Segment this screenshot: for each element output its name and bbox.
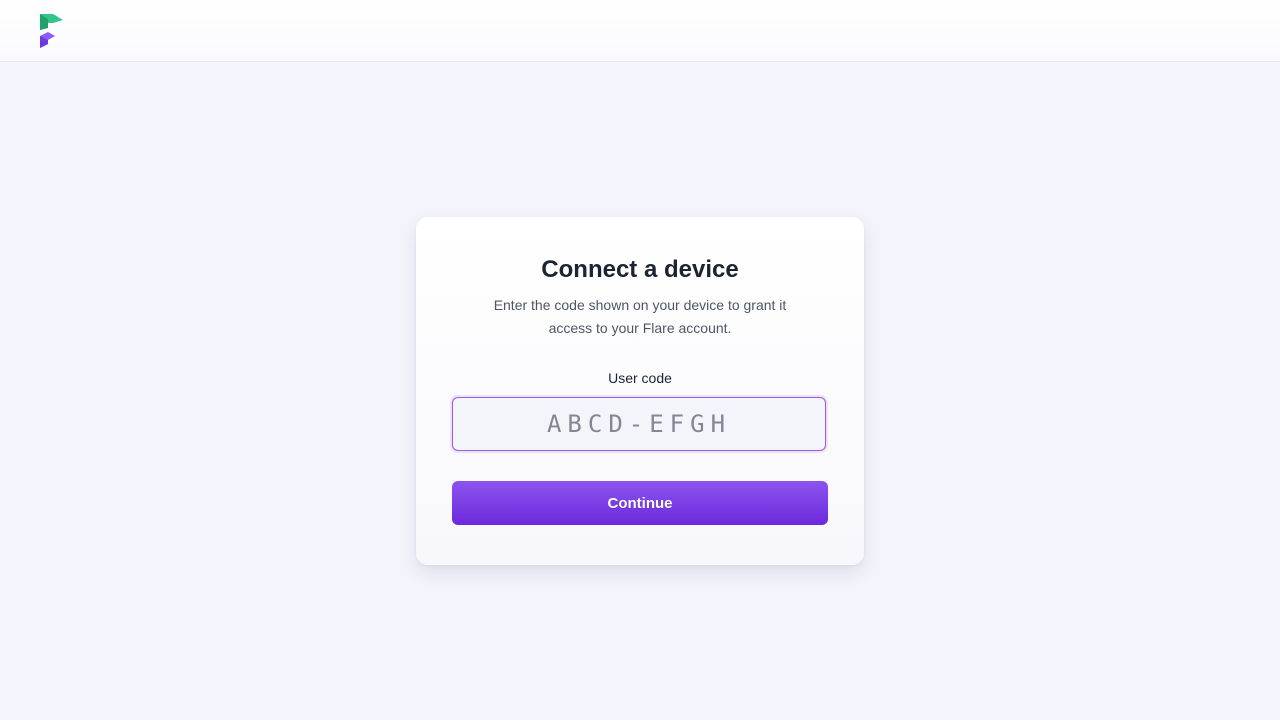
flare-logo-icon[interactable]: [39, 13, 65, 49]
user-code-label: User code: [608, 370, 672, 386]
instructions-text: Enter the code shown on your device to g…: [493, 297, 787, 336]
connect-device-card: Connect a device Enter the code shown on…: [416, 217, 864, 565]
user-code-input[interactable]: [452, 397, 826, 451]
top-bar: [0, 0, 1280, 62]
continue-button[interactable]: Continue: [452, 481, 828, 525]
page-title: Connect a device: [541, 256, 739, 283]
